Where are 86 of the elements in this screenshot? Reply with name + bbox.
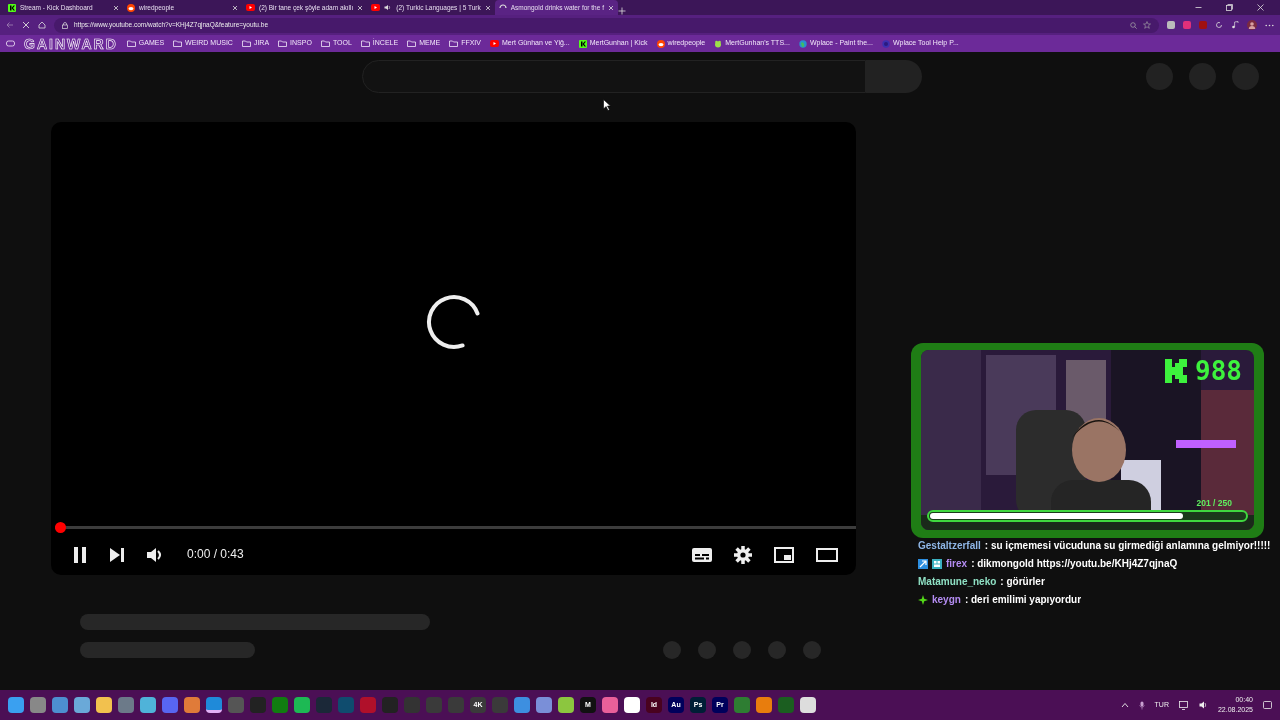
taskbar-app-icon[interactable] <box>294 697 310 713</box>
chat-username: keygn <box>932 593 961 607</box>
chevron-up-icon[interactable] <box>1120 702 1129 708</box>
taskbar-app-icon[interactable] <box>602 697 618 713</box>
placeholder-circle <box>768 641 786 659</box>
kick-logo-icon <box>1165 359 1188 383</box>
close-icon[interactable] <box>113 4 119 11</box>
folder-icon <box>449 40 459 47</box>
gear-icon <box>734 545 752 564</box>
pause-icon <box>73 546 87 563</box>
back-icon[interactable] <box>6 21 14 29</box>
cursor-icon <box>603 99 611 111</box>
speaker-icon[interactable] <box>1198 701 1208 709</box>
microphone-icon[interactable] <box>1138 700 1145 710</box>
placeholder-circle <box>733 641 751 659</box>
badge-icon <box>932 559 942 569</box>
goal-count: 201 / 250 <box>1195 497 1233 510</box>
close-icon[interactable] <box>484 4 491 11</box>
minimize-icon[interactable] <box>1195 4 1202 11</box>
stop-icon[interactable] <box>22 21 30 29</box>
chat-message: : görürler <box>1000 575 1045 589</box>
placeholder-circle <box>663 641 681 659</box>
close-icon[interactable] <box>1257 4 1264 11</box>
placeholder-circle <box>803 641 821 659</box>
overlay-logo: GAINWARD <box>24 36 118 51</box>
taskbar-app-icon[interactable] <box>800 697 816 713</box>
taskbar-app-icon[interactable] <box>272 697 288 713</box>
theater-icon <box>816 547 838 562</box>
taskbar-app-icon[interactable] <box>206 697 222 713</box>
frog-icon <box>714 39 723 48</box>
chat-message: : su içmemesi vücuduna su girmediği anlamına gelmiyor!!!!! <box>984 539 1271 553</box>
folder-icon <box>407 40 417 47</box>
taskbar-app-icon[interactable] <box>536 697 552 713</box>
taskbar-app-icon[interactable] <box>8 697 24 713</box>
avatar-icon[interactable] <box>1247 20 1257 30</box>
subtitles-icon <box>692 547 712 562</box>
taskbar-app-icon[interactable] <box>96 697 112 713</box>
folder-icon <box>241 40 251 47</box>
notification-icon[interactable] <box>1263 700 1272 710</box>
taskbar-app-icon[interactable] <box>118 697 134 713</box>
taskbar-app-icon[interactable] <box>52 697 68 713</box>
music-icon[interactable] <box>1231 21 1239 29</box>
lock-icon <box>62 21 68 29</box>
chat-username: Gestaltzerfall <box>918 539 981 553</box>
globe-icon <box>798 39 807 48</box>
time-display: 0:00 / 0:43 <box>187 546 244 563</box>
youtube-icon <box>489 40 499 47</box>
chat-username: firex <box>946 557 968 571</box>
refresh-icon[interactable] <box>1215 21 1223 29</box>
collections-icon[interactable] <box>6 40 15 47</box>
follower-count: 988 <box>1195 358 1242 384</box>
taskbar-app-icon[interactable] <box>74 697 90 713</box>
star-icon[interactable] <box>1143 21 1151 29</box>
taskbar-app-icon[interactable] <box>514 697 530 713</box>
reddit-icon <box>656 39 665 48</box>
chat-username: Matamune_neko <box>918 575 997 589</box>
folder-icon <box>360 40 370 47</box>
taskbar-app-icon[interactable] <box>558 697 574 713</box>
close-icon[interactable] <box>607 4 614 11</box>
boost-badge-icon <box>918 559 928 569</box>
zoom-icon[interactable] <box>1130 21 1137 29</box>
close-icon[interactable] <box>232 4 238 11</box>
chat-message: : deri emilimi yapıyordur <box>964 593 1082 607</box>
chat-message: : dikmongold https://youtu.be/KHj4Z7qjnaQ <box>971 557 1178 571</box>
folder-icon <box>278 40 288 47</box>
new-tab-icon[interactable] <box>617 7 626 15</box>
close-icon[interactable] <box>357 4 364 11</box>
placeholder-circle <box>698 641 716 659</box>
miniplayer-icon <box>774 546 794 563</box>
folder-icon <box>320 40 330 47</box>
network-icon[interactable] <box>1178 700 1189 710</box>
restore-icon[interactable] <box>1226 4 1233 11</box>
kick-icon <box>578 39 587 48</box>
folder-icon <box>173 40 183 47</box>
discord-icon <box>881 39 890 48</box>
progress-thumb[interactable] <box>55 522 66 533</box>
next-icon <box>109 547 125 562</box>
taskbar-app-icon[interactable] <box>140 697 156 713</box>
taskbar-app-icon[interactable] <box>30 697 46 713</box>
folder-icon <box>126 40 136 47</box>
more-icon[interactable] <box>1265 23 1274 27</box>
home-icon[interactable] <box>38 21 46 29</box>
taskbar-app-icon[interactable] <box>756 697 772 713</box>
taskbar-app-icon[interactable] <box>624 697 640 713</box>
taskbar-app-icon[interactable] <box>184 697 200 713</box>
video-player[interactable]: 0:00 / 0:43 <box>51 122 856 575</box>
